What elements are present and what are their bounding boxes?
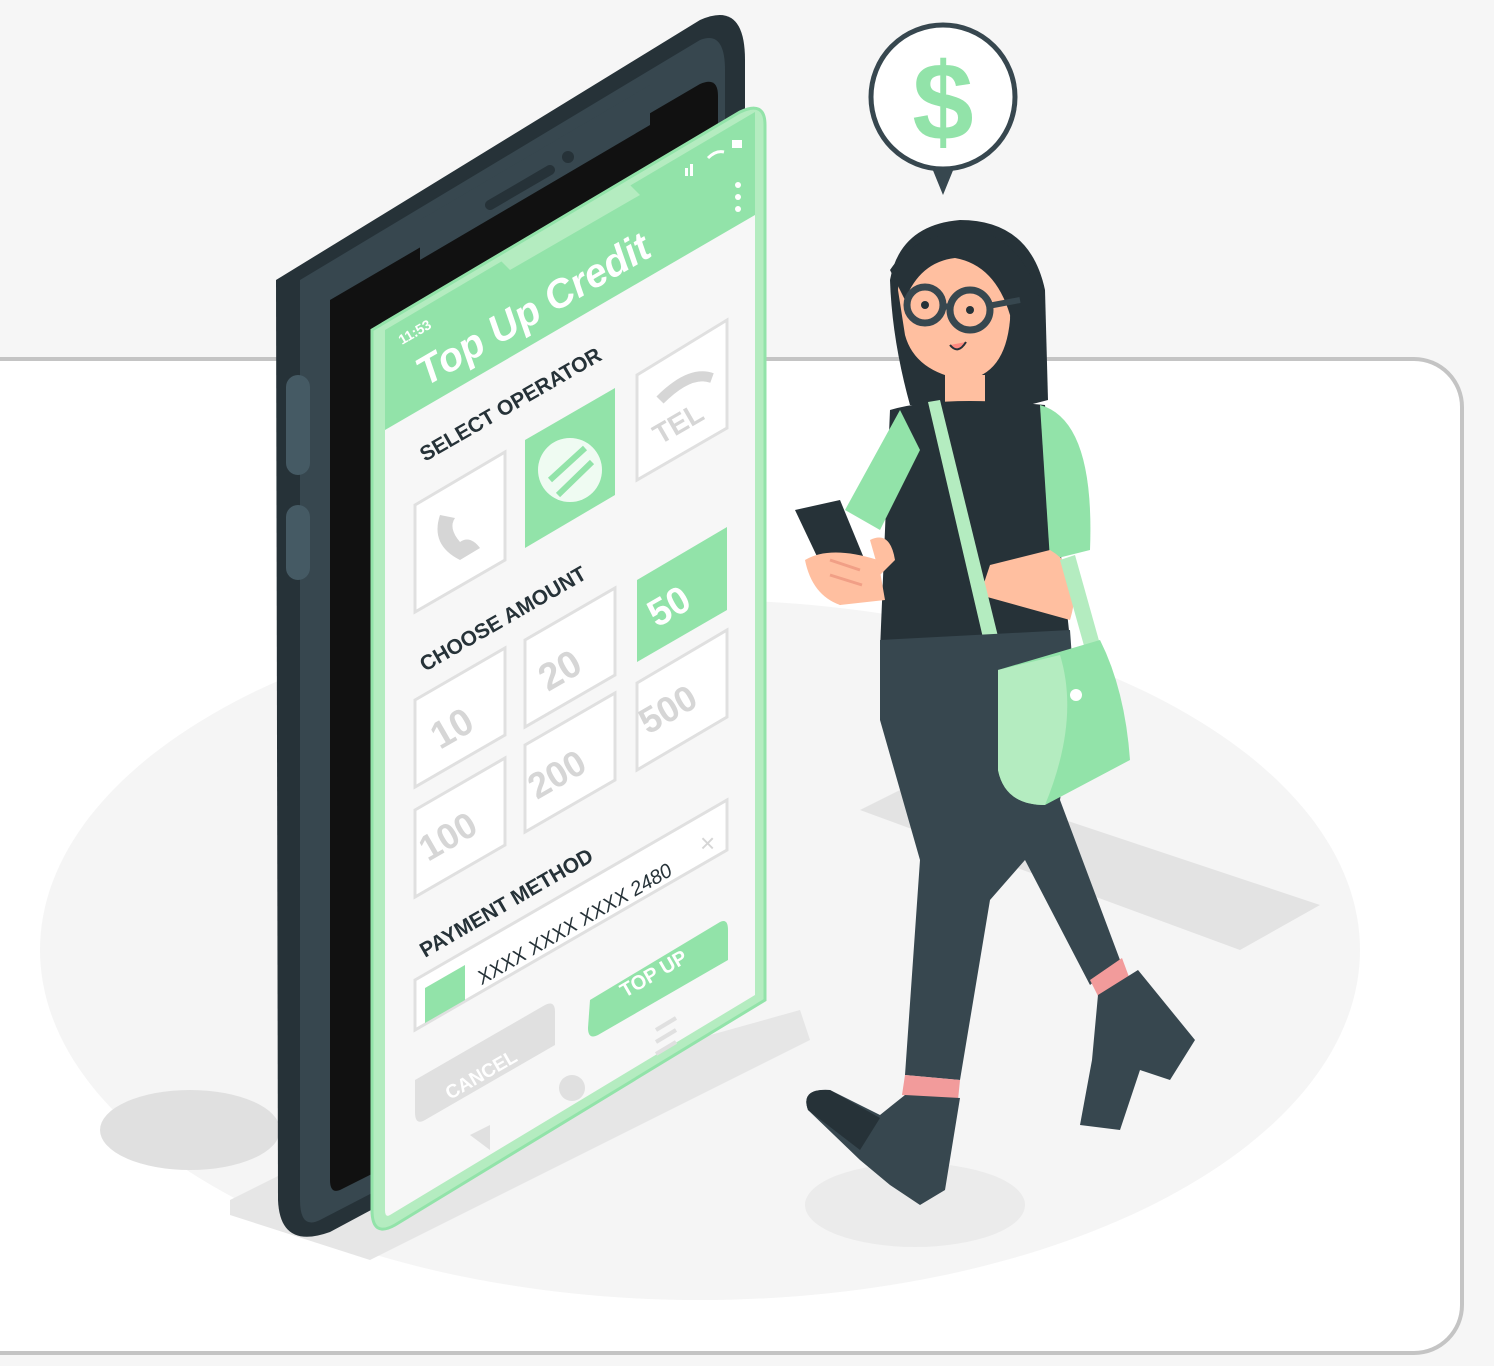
- power-button: [286, 505, 310, 580]
- clear-icon[interactable]: ×: [700, 828, 715, 858]
- dollar-speech-bubble: $: [868, 22, 1018, 195]
- illustration-stage: 11:53 Top Up Credit SELECT OPERATOR TEL: [0, 0, 1494, 1366]
- home-nav-icon[interactable]: [559, 1075, 585, 1101]
- overflow-menu-icon[interactable]: [735, 182, 741, 212]
- person: [795, 220, 1195, 1205]
- phone-corner-shadow: [100, 1090, 280, 1170]
- exchange-arrows-icon: [538, 438, 602, 502]
- dollar-icon: $: [912, 41, 973, 164]
- front-camera: [562, 151, 574, 163]
- volume-button: [286, 375, 310, 475]
- phone-and-person-illustration: 11:53 Top Up Credit SELECT OPERATOR TEL: [100, 15, 1320, 1260]
